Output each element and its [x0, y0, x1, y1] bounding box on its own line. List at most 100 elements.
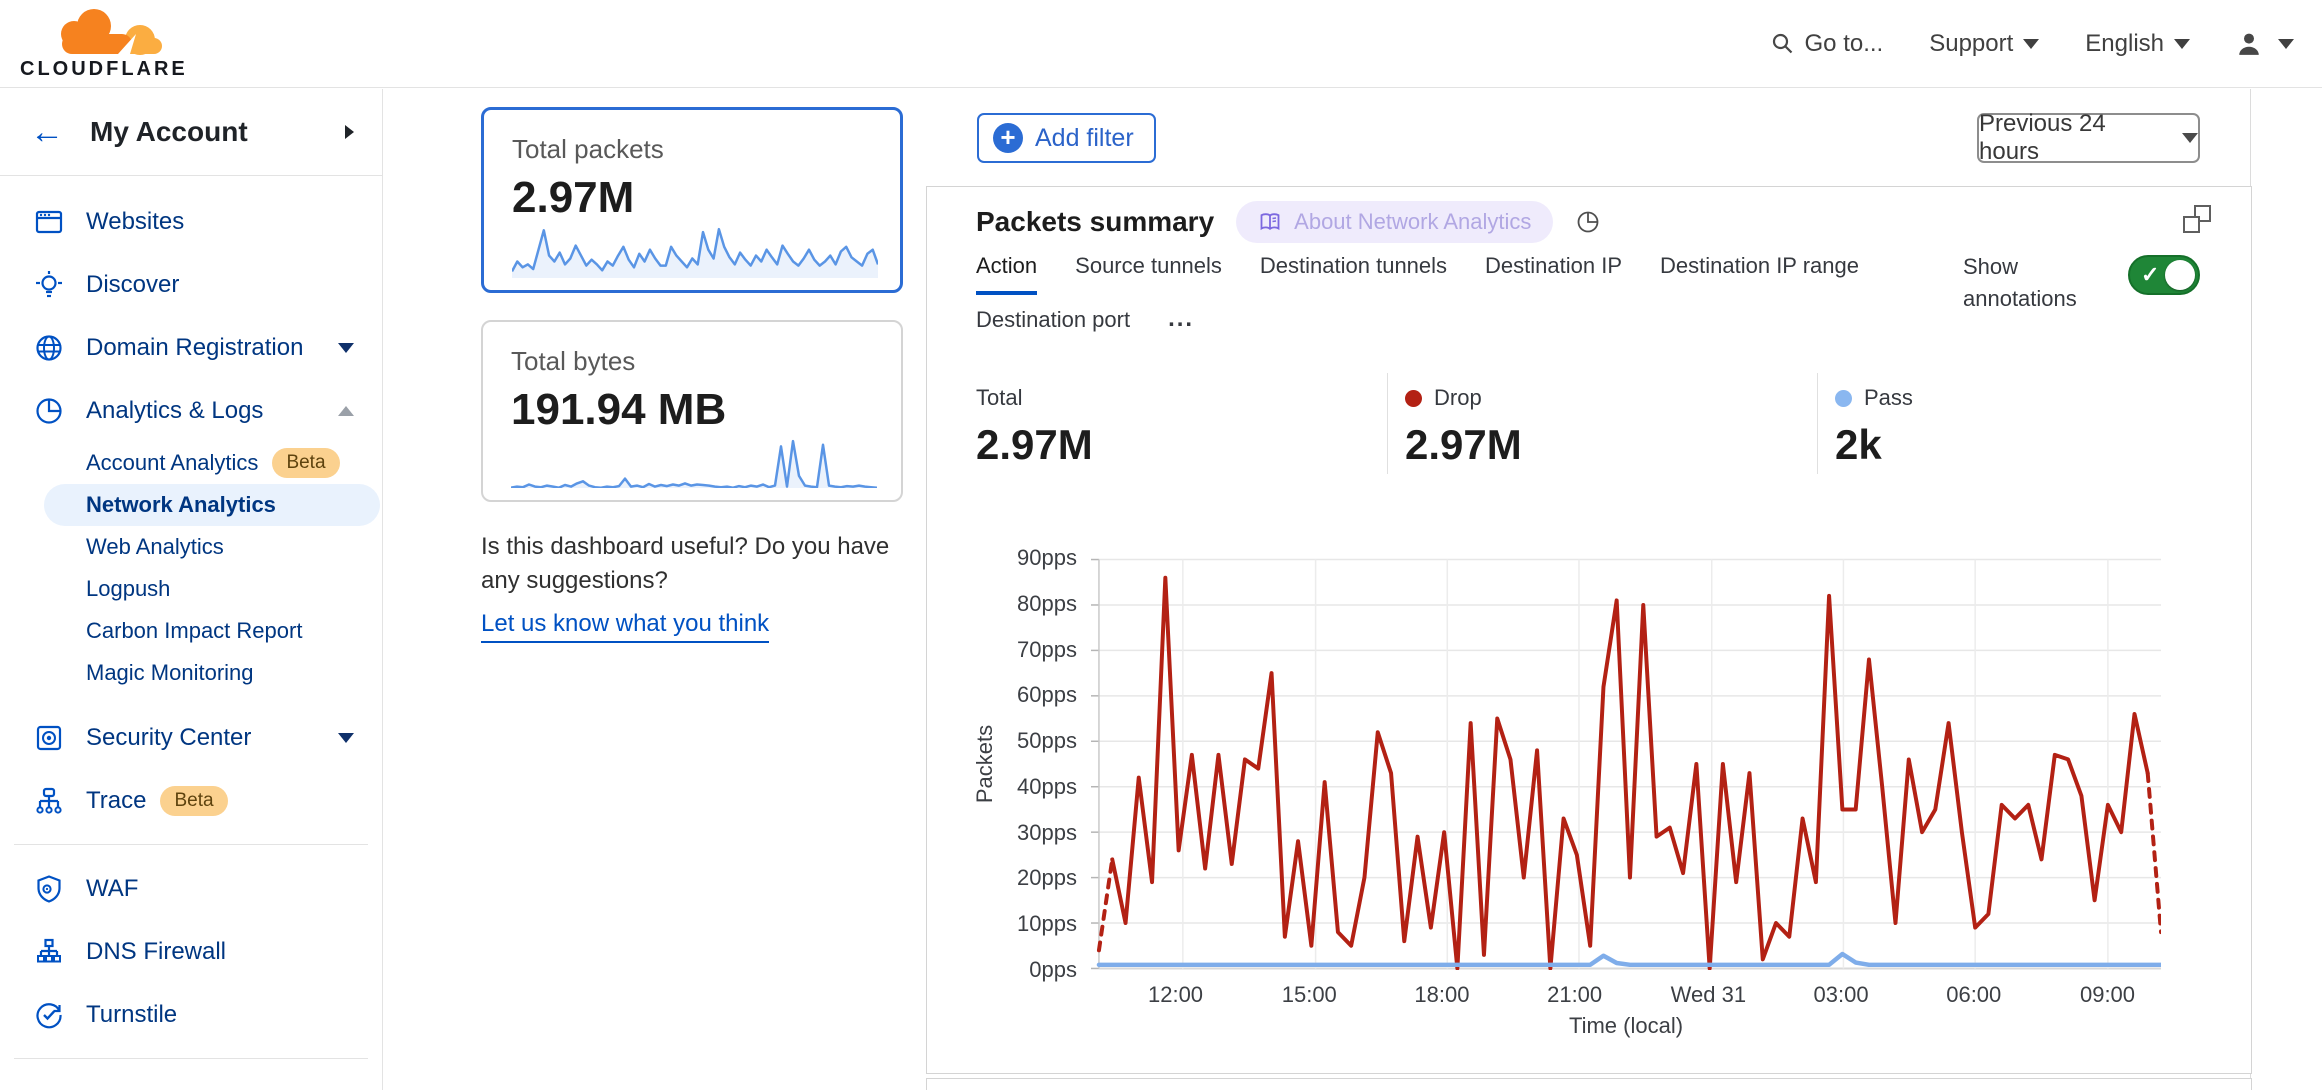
cloudflare-logo[interactable]: CLOUDFLARE	[18, 6, 188, 82]
x-axis-title: Time (local)	[1091, 1013, 2161, 1039]
chevron-right-icon	[345, 125, 354, 139]
x-tick-label: 09:00	[2053, 982, 2163, 1008]
feedback-question: Is this dashboard useful? Do you have an…	[481, 530, 927, 597]
tab-destination-ip[interactable]: Destination IP	[1485, 253, 1622, 295]
sidebar-subitem-label: Magic Monitoring	[86, 660, 254, 686]
time-range-dropdown[interactable]: Previous 24 hours	[1977, 113, 2200, 163]
lightbulb-icon	[34, 270, 64, 300]
goto-search[interactable]: Go to...	[1771, 30, 1884, 58]
about-network-analytics-badge[interactable]: About Network Analytics	[1236, 201, 1553, 243]
goto-label: Go to...	[1805, 30, 1884, 58]
packets-time-series-chart[interactable]	[1091, 558, 2161, 970]
sidebar-item-security-center[interactable]: Security Center	[0, 706, 382, 769]
stat-drop-value: 2.97M	[1405, 421, 1522, 469]
chevron-down-icon	[2278, 39, 2294, 49]
chevron-down-icon	[2023, 39, 2039, 49]
sidebar-subitem-label: Logpush	[86, 576, 170, 602]
x-tick-label: 15:00	[1254, 982, 1364, 1008]
total-packets-title: Total packets	[512, 134, 880, 165]
sidebar-item-magic-monitoring[interactable]: Magic Monitoring	[0, 652, 382, 694]
support-menu[interactable]: Support	[1929, 30, 2039, 58]
sidebar-item-logpush[interactable]: Logpush	[0, 568, 382, 610]
chevron-down-icon	[2174, 39, 2190, 49]
sidebar-item-account-analytics[interactable]: Account Analytics Beta	[0, 442, 382, 484]
chevron-down-icon	[338, 343, 354, 353]
y-tick-label: 60pps	[1017, 682, 1077, 708]
sidebar-item-label: Turnstile	[86, 1001, 354, 1029]
stat-divider	[1817, 373, 1818, 474]
y-tick-label: 80pps	[1017, 591, 1077, 617]
sidebar-item-domain-registration[interactable]: Domain Registration	[0, 316, 382, 379]
cloudflare-dashboard: CLOUDFLARE Go to... Support English	[0, 0, 2322, 1090]
y-tick-label: 30pps	[1017, 820, 1077, 846]
sidebar-item-dns-firewall[interactable]: DNS Firewall	[0, 920, 382, 983]
sidebar-item-discover[interactable]: Discover	[0, 253, 382, 316]
sidebar-item-label: Security Center	[86, 724, 338, 752]
top-bar: CLOUDFLARE Go to... Support English	[0, 0, 2322, 88]
dimension-tabs-row2: Destination port ...	[976, 305, 1194, 347]
total-packets-card[interactable]: Total packets 2.97M	[481, 107, 903, 293]
language-menu[interactable]: English	[2085, 30, 2190, 58]
sidebar-item-carbon-impact-report[interactable]: Carbon Impact Report	[0, 610, 382, 652]
feedback-link[interactable]: Let us know what you think	[481, 607, 769, 643]
sidebar-item-waf[interactable]: WAF	[0, 857, 382, 920]
toggle-knob	[2165, 260, 2195, 290]
tab-destination-port[interactable]: Destination port	[976, 307, 1130, 345]
total-packets-value: 2.97M	[512, 173, 880, 223]
tab-action[interactable]: Action	[976, 253, 1037, 295]
y-tick-label: 0pps	[1029, 957, 1077, 983]
y-tick-label: 20pps	[1017, 865, 1077, 891]
expand-panel-icon[interactable]	[2183, 205, 2211, 233]
y-tick-label: 50pps	[1017, 728, 1077, 754]
more-tabs-ellipsis[interactable]: ...	[1168, 305, 1194, 347]
total-bytes-card[interactable]: Total bytes 191.94 MB	[481, 320, 903, 502]
turnstile-check-icon	[34, 1000, 64, 1030]
x-tick-label: 12:00	[1121, 982, 1231, 1008]
x-axis-tick-labels: 12:0015:0018:0021:00Wed 3103:0006:0009:0…	[1091, 982, 2161, 1012]
sidebar-account-header[interactable]: ← My Account	[0, 89, 382, 176]
x-tick-label: Wed 31	[1653, 982, 1763, 1008]
x-tick-label: 21:00	[1520, 982, 1630, 1008]
y-tick-label: 70pps	[1017, 637, 1077, 663]
sidebar-item-label: Domain Registration	[86, 334, 338, 362]
sidebar-item-label: DNS Firewall	[86, 938, 354, 966]
y-tick-label: 40pps	[1017, 774, 1077, 800]
sidebar-subitem-label: Carbon Impact Report	[86, 618, 302, 644]
tab-destination-tunnels[interactable]: Destination tunnels	[1260, 253, 1447, 295]
sidebar-item-trace[interactable]: Trace Beta	[0, 769, 382, 832]
tab-destination-ip-range[interactable]: Destination IP range	[1660, 253, 1859, 295]
sidebar-item-network-analytics[interactable]: Network Analytics	[44, 484, 380, 526]
drop-legend-dot	[1405, 390, 1422, 407]
tab-source-tunnels[interactable]: Source tunnels	[1075, 253, 1222, 295]
sidebar-divider	[14, 844, 368, 845]
sidebar-item-label: Websites	[86, 208, 354, 236]
about-badge-label: About Network Analytics	[1294, 209, 1531, 235]
dimension-tabs-row1: Action Source tunnels Destination tunnel…	[976, 253, 1859, 295]
back-arrow-icon[interactable]: ←	[30, 115, 64, 149]
stat-divider	[1387, 373, 1388, 474]
account-menu[interactable]	[2236, 31, 2294, 57]
sidebar-item-turnstile[interactable]: Turnstile	[0, 983, 382, 1046]
show-annotations-toggle[interactable]: ✓	[2128, 255, 2200, 295]
sidebar-item-partially-visible[interactable]	[0, 1071, 382, 1090]
sidebar-nav: Websites Discover	[0, 176, 382, 1090]
feedback-block: Is this dashboard useful? Do you have an…	[481, 530, 927, 643]
trace-icon	[34, 786, 64, 816]
stat-total: Total 2.97M	[976, 385, 1093, 469]
sidebar-item-web-analytics[interactable]: Web Analytics	[0, 526, 382, 568]
analytics-pie-icon	[34, 396, 64, 426]
stat-pass: Pass 2k	[1835, 385, 1913, 469]
shield-gear-icon	[34, 874, 64, 904]
plus-icon: +	[993, 123, 1023, 153]
total-bytes-title: Total bytes	[511, 346, 881, 377]
y-tick-label: 10pps	[1017, 911, 1077, 937]
y-axis-tick-labels: 0pps10pps20pps30pps40pps50pps60pps70pps8…	[985, 558, 1077, 970]
sidebar-item-analytics-logs[interactable]: Analytics & Logs	[0, 379, 382, 442]
expand-square-front	[2183, 216, 2200, 233]
sidebar-item-websites[interactable]: Websites	[0, 190, 382, 253]
sidebar-item-label: WAF	[86, 875, 354, 903]
stat-drop-label: Drop	[1434, 385, 1482, 411]
sidebar-divider	[14, 1058, 368, 1059]
add-filter-button[interactable]: + Add filter	[977, 113, 1156, 163]
pie-chart-icon[interactable]	[1575, 209, 1601, 235]
